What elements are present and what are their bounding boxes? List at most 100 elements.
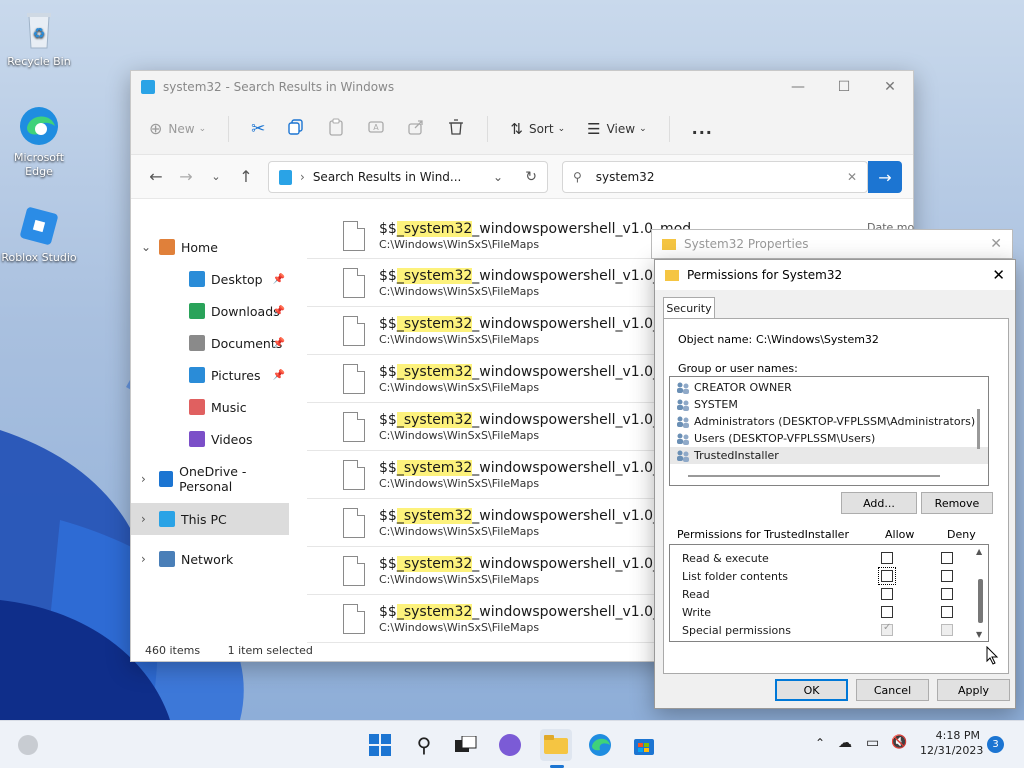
allow-checkbox[interactable] xyxy=(881,606,893,618)
address-bar-row: ← → ⌄ ↑ › Search Results in Wind... ⌄ ↻ … xyxy=(131,155,913,199)
search-go-button[interactable]: → xyxy=(868,161,902,193)
user-list-item[interactable]: TrustedInstaller xyxy=(670,447,988,464)
group-names-label: Group or user names: xyxy=(678,362,798,375)
taskbar-file-explorer[interactable] xyxy=(540,729,572,761)
close-button[interactable]: ✕ xyxy=(992,266,1005,284)
delete-button[interactable] xyxy=(447,118,465,139)
sidebar-item-pictures[interactable]: Pictures 📌 xyxy=(131,359,289,391)
sidebar-item-videos[interactable]: Videos xyxy=(131,423,289,455)
clock[interactable]: 4:18 PM 12/31/2023 xyxy=(920,729,983,757)
expand-chevron-icon[interactable]: ⌄ xyxy=(141,240,151,254)
refresh-icon[interactable]: ↻ xyxy=(525,169,537,185)
allow-checkbox[interactable] xyxy=(881,588,893,600)
pin-icon[interactable]: 📌 xyxy=(273,274,285,285)
close-button[interactable]: ✕ xyxy=(867,71,913,103)
copy-button[interactable] xyxy=(287,118,305,139)
dialog-titlebar[interactable]: Permissions for System32 ✕ xyxy=(655,260,1015,290)
desktop-icon-roblox-studio[interactable]: Roblox Studio xyxy=(0,204,78,265)
expand-chevron-icon[interactable]: › xyxy=(141,552,146,566)
minimize-button[interactable]: — xyxy=(775,71,821,103)
user-name: CREATOR OWNER xyxy=(694,381,792,394)
sidebar-item-this-pc[interactable]: › This PC xyxy=(131,503,289,535)
volume-muted-icon[interactable]: 🔇 xyxy=(891,735,907,750)
sort-button[interactable]: ⇅ Sort ⌄ xyxy=(510,120,565,138)
properties-window[interactable]: System32 Properties ✕ xyxy=(651,229,1013,259)
clear-search-icon[interactable]: ✕ xyxy=(847,170,857,184)
desktop-icon-recycle-bin[interactable]: ♻ Recycle Bin xyxy=(0,8,78,69)
deny-checkbox[interactable] xyxy=(941,588,953,600)
search-highlight: _system32 xyxy=(396,459,473,476)
user-list-item[interactable]: Administrators (DESKTOP-VFPLSSM\Administ… xyxy=(670,413,988,430)
cut-button[interactable]: ✂ xyxy=(251,119,265,139)
new-button[interactable]: ⊕ New ⌄ xyxy=(149,119,206,138)
sidebar-item-desktop[interactable]: Desktop 📌 xyxy=(131,263,289,295)
chat-button[interactable] xyxy=(494,729,526,761)
up-button[interactable]: ↑ xyxy=(231,167,261,186)
rename-button[interactable]: A xyxy=(367,118,385,139)
user-list-item[interactable]: Users (DESKTOP-VFPLSSM\Users) xyxy=(670,430,988,447)
expand-chevron-icon[interactable]: › xyxy=(141,512,146,526)
deny-checkbox[interactable] xyxy=(941,570,953,582)
allow-checkbox[interactable] xyxy=(881,552,893,564)
forward-button[interactable]: → xyxy=(171,167,201,186)
user-list-item[interactable]: CREATOR OWNER xyxy=(670,379,988,396)
sidebar-item-network[interactable]: › Network xyxy=(131,543,289,575)
search-button[interactable]: ⚲ xyxy=(408,729,440,761)
scroll-up-arrow-icon[interactable]: ▲ xyxy=(976,547,982,556)
cloud-sync-icon[interactable]: ☁ xyxy=(838,735,852,751)
allow-checkbox[interactable] xyxy=(878,567,896,585)
remove-button[interactable]: Remove xyxy=(921,492,993,514)
horizontal-scrollbar[interactable] xyxy=(688,475,940,477)
pin-icon[interactable]: 📌 xyxy=(273,338,285,349)
pin-icon[interactable]: 📌 xyxy=(273,306,285,317)
view-button[interactable]: ☰ View ⌄ xyxy=(587,120,646,138)
sidebar-item-documents[interactable]: Documents 📌 xyxy=(131,327,289,359)
deny-checkbox[interactable] xyxy=(941,624,953,636)
search-input[interactable]: system32 xyxy=(596,170,655,184)
clock-time: 4:18 PM xyxy=(935,729,980,742)
address-box[interactable]: › Search Results in Wind... ⌄ ↻ xyxy=(268,161,548,193)
paste-button[interactable] xyxy=(327,118,345,139)
scroll-down-arrow-icon[interactable]: ▼ xyxy=(976,630,982,639)
taskbar-edge[interactable] xyxy=(584,729,616,761)
expand-chevron-icon[interactable]: › xyxy=(141,472,146,486)
sidebar-item-home[interactable]: ⌄ Home xyxy=(131,231,289,263)
start-button[interactable] xyxy=(364,729,396,761)
show-hidden-icons-chevron-icon[interactable]: ⌃ xyxy=(815,736,825,750)
back-button[interactable]: ← xyxy=(141,167,171,186)
vertical-scrollbar[interactable]: ▲ ▼ xyxy=(976,547,986,639)
widgets-button[interactable] xyxy=(12,729,44,761)
add-button[interactable]: Add... xyxy=(841,492,917,514)
share-button[interactable] xyxy=(407,118,425,139)
user-list[interactable]: CREATOR OWNER SYSTEM Administrators (DESKT… xyxy=(669,376,989,486)
vertical-scrollbar[interactable] xyxy=(977,409,980,449)
taskbar-store[interactable] xyxy=(628,729,660,761)
permissions-for-label: Permissions for TrustedInstaller xyxy=(677,528,849,541)
allow-checkbox[interactable] xyxy=(881,622,893,636)
sidebar-item-music[interactable]: Music xyxy=(131,391,289,423)
cancel-button[interactable]: Cancel xyxy=(856,679,929,701)
close-button[interactable]: ✕ xyxy=(990,236,1002,252)
network-icon[interactable]: ▭ xyxy=(866,735,879,751)
notification-badge[interactable]: 3 xyxy=(987,736,1004,753)
recent-locations-button[interactable]: ⌄ xyxy=(201,170,231,183)
deny-checkbox[interactable] xyxy=(941,606,953,618)
scroll-thumb[interactable] xyxy=(978,579,983,623)
properties-title: System32 Properties xyxy=(684,237,809,251)
deny-checkbox[interactable] xyxy=(941,552,953,564)
user-list-item[interactable]: SYSTEM xyxy=(670,396,988,413)
task-view-button[interactable] xyxy=(450,729,482,761)
chevron-down-icon[interactable]: ⌄ xyxy=(493,170,503,184)
search-box[interactable]: ⚲ system32 ✕ xyxy=(562,161,868,193)
more-options-button[interactable]: ... xyxy=(692,119,713,138)
ok-button[interactable]: OK xyxy=(775,679,848,701)
user-group-icon xyxy=(676,416,690,428)
sidebar-item-onedrive-personal[interactable]: › OneDrive - Personal xyxy=(131,463,289,495)
sidebar-item-downloads[interactable]: Downloads 📌 xyxy=(131,295,289,327)
desktop-icon-edge[interactable]: Microsoft Edge xyxy=(0,104,78,179)
permissions-list: Read & execute List folder contents Read Wr… xyxy=(669,544,989,642)
tab-security[interactable]: Security xyxy=(663,297,715,319)
pin-icon[interactable]: 📌 xyxy=(273,370,285,381)
apply-button[interactable]: Apply xyxy=(937,679,1010,701)
maximize-button[interactable]: ☐ xyxy=(821,71,867,103)
